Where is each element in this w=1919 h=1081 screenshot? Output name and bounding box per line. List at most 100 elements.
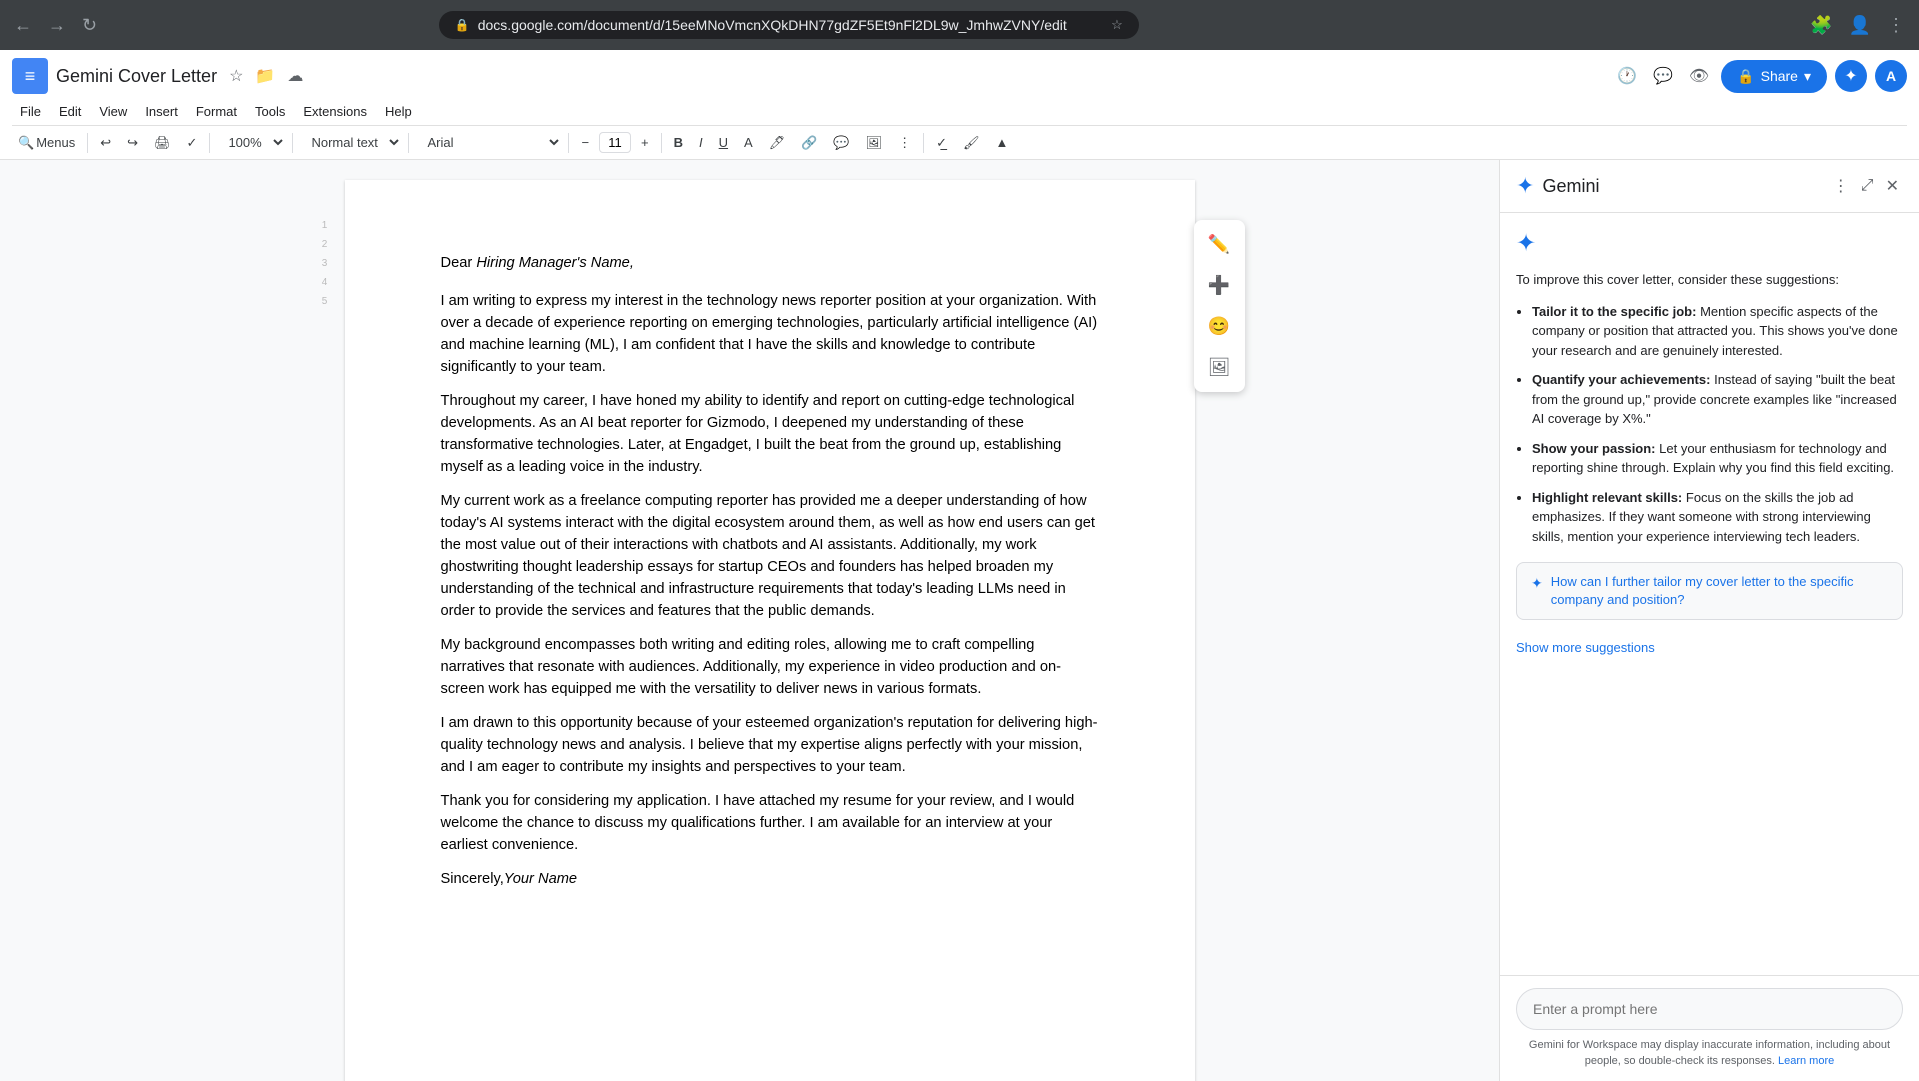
- browser-chrome: ← → ↻ 🔒 ☆ 🧩 👤 ⋮: [0, 0, 1919, 50]
- suggestion-item-1: Tailor it to the specific job: Mention s…: [1532, 302, 1903, 361]
- text-color-button[interactable]: A: [738, 131, 759, 154]
- font-size-input[interactable]: [599, 132, 631, 153]
- separator-1: [87, 133, 88, 153]
- chip-text: How can I further tailor my cover letter…: [1551, 573, 1888, 609]
- suggestion-label-2: Quantify your achievements:: [1532, 372, 1710, 387]
- menu-file[interactable]: File: [12, 100, 49, 123]
- collapse-button[interactable]: ▲: [990, 131, 1015, 154]
- menus-button[interactable]: 🔍 Menus: [12, 131, 81, 155]
- highlight-button[interactable]: 🖊: [763, 131, 792, 155]
- doc-para-6: Thank you for considering my application…: [441, 790, 1099, 856]
- spelling-grammar-button[interactable]: ✓̲: [930, 131, 953, 155]
- menu-help[interactable]: Help: [377, 100, 420, 123]
- gemini-sidebar-header: ✦ Gemini ⋮ ⤢ ✕: [1500, 160, 1919, 213]
- cloud-button[interactable]: ☁: [283, 62, 307, 90]
- separator-3: [292, 133, 293, 153]
- share-label: Share: [1761, 68, 1798, 84]
- history-button[interactable]: 🕐: [1613, 62, 1641, 90]
- gemini-header-actions: ⋮ ⤢ ✕: [1829, 172, 1903, 200]
- show-more-button[interactable]: Show more suggestions: [1516, 632, 1655, 663]
- undo-button[interactable]: ↩: [94, 131, 117, 155]
- image-button[interactable]: 🖼: [860, 131, 889, 155]
- star-button[interactable]: ☆: [225, 62, 247, 90]
- address-bar: 🔒 ☆: [439, 11, 1139, 39]
- suggestion-item-3: Show your passion: Let your enthusiasm f…: [1532, 439, 1903, 478]
- profile-icon[interactable]: 👤: [1845, 11, 1875, 40]
- page-left-bar: 1 2 3 4 5: [305, 180, 345, 1081]
- float-edit-button[interactable]: ✏️: [1202, 228, 1237, 261]
- gemini-more-button[interactable]: ⋮: [1829, 172, 1853, 200]
- float-emoji-button[interactable]: 😊: [1202, 310, 1237, 343]
- menu-view[interactable]: View: [91, 100, 135, 123]
- docs-title-row: ≡ Gemini Cover Letter ☆ 📁 ☁ 🕐 💬 👁 🔒 Shar…: [12, 58, 1907, 98]
- decrease-font-button[interactable]: −: [575, 131, 595, 154]
- menu-tools[interactable]: Tools: [247, 100, 293, 123]
- zoom-select[interactable]: 100% 75% 125% 150%: [216, 130, 286, 155]
- bold-button[interactable]: B: [668, 131, 689, 154]
- gemini-close-button[interactable]: ✕: [1882, 172, 1903, 200]
- doc-para-4: My background encompasses both writing a…: [441, 634, 1099, 700]
- doc-para-1: I am writing to express my interest in t…: [441, 290, 1099, 378]
- menu-extensions[interactable]: Extensions: [295, 100, 375, 123]
- share-button[interactable]: 🔒 Share ▾: [1721, 60, 1827, 93]
- footer-disclaimer: Gemini for Workspace may display inaccur…: [1516, 1038, 1903, 1069]
- star-icon[interactable]: ☆: [1111, 17, 1123, 33]
- doc-closing: Sincerely,Your Name: [441, 868, 1099, 890]
- margin-number-3: 3: [322, 258, 328, 269]
- reload-button[interactable]: ↻: [78, 11, 101, 40]
- more-button[interactable]: ⋮: [892, 131, 917, 155]
- docs-toolbar: 🔍 Menus ↩ ↪ 🖨 ✓ 100% 75% 125% 150% Norma…: [12, 125, 1907, 159]
- lock-icon: 🔒: [455, 18, 470, 32]
- docs-app: ≡ Gemini Cover Letter ☆ 📁 ☁ 🕐 💬 👁 🔒 Shar…: [0, 50, 1919, 1081]
- italic-button[interactable]: I: [693, 131, 709, 154]
- gemini-content: ✦ To improve this cover letter, consider…: [1500, 213, 1919, 975]
- margin-number-4: 4: [322, 277, 328, 288]
- back-button[interactable]: ←: [10, 11, 36, 40]
- suggestion-label-1: Tailor it to the specific job:: [1532, 304, 1696, 319]
- font-select[interactable]: Arial Times New Roman Courier New: [415, 130, 562, 155]
- print-button[interactable]: 🖨: [148, 131, 177, 155]
- comments-button[interactable]: 💬: [1649, 62, 1677, 90]
- extensions-icon[interactable]: 🧩: [1806, 11, 1836, 40]
- prompt-input[interactable]: [1516, 988, 1903, 1030]
- forward-button[interactable]: →: [44, 11, 70, 40]
- increase-font-button[interactable]: +: [635, 131, 655, 154]
- folder-button[interactable]: 📁: [251, 62, 279, 90]
- gemini-header-button[interactable]: ✦: [1835, 60, 1867, 92]
- doc-closing-text: Sincerely,: [441, 871, 504, 887]
- suggestion-chip[interactable]: ✦ How can I further tailor my cover lett…: [1516, 562, 1903, 620]
- link-button[interactable]: 🔗: [795, 131, 823, 155]
- menu-insert[interactable]: Insert: [137, 100, 186, 123]
- spelling-button[interactable]: ✓: [181, 131, 204, 155]
- learn-more-link[interactable]: Learn more: [1778, 1055, 1834, 1067]
- menu-edit[interactable]: Edit: [51, 100, 89, 123]
- style-select[interactable]: Normal text Heading 1 Heading 2: [299, 130, 402, 155]
- docs-page-container: 1 2 3 4 5 Dear Hiring Manager's Name, I …: [0, 160, 1499, 1081]
- underline-button[interactable]: U: [713, 131, 734, 154]
- view-mode-button[interactable]: 👁: [1685, 62, 1713, 90]
- chip-star-icon: ✦: [1531, 574, 1543, 594]
- margin-number-5: 5: [322, 296, 328, 307]
- doc-para-3: My current work as a freelance computing…: [441, 490, 1099, 622]
- menu-format[interactable]: Format: [188, 100, 245, 123]
- float-image-button[interactable]: 🖼: [1202, 351, 1237, 384]
- gemini-footer: Gemini for Workspace may display inaccur…: [1500, 975, 1919, 1081]
- lock-small-icon: 🔒: [1737, 68, 1754, 85]
- gemini-logo-icon: ✦: [1516, 173, 1534, 199]
- separator-7: [923, 133, 924, 153]
- comment-button[interactable]: 💬: [827, 131, 855, 155]
- menu-icon[interactable]: ⋮: [1883, 11, 1909, 40]
- doc-signature: Your Name: [504, 871, 577, 887]
- floating-toolbar: ✏️ ➕ 😊 🖼: [1194, 220, 1245, 392]
- user-avatar[interactable]: A: [1875, 60, 1907, 92]
- url-input[interactable]: [478, 17, 1103, 33]
- gemini-star-icon: ✦: [1516, 229, 1903, 258]
- menus-label: Menus: [36, 135, 75, 150]
- gemini-expand-button[interactable]: ⤢: [1857, 172, 1878, 200]
- separator-4: [408, 133, 409, 153]
- paint-format-button[interactable]: 🖌: [957, 131, 986, 155]
- float-add-button[interactable]: ➕: [1202, 269, 1237, 302]
- redo-button[interactable]: ↪: [121, 131, 144, 155]
- separator-5: [568, 133, 569, 153]
- search-icon: 🔍: [18, 135, 34, 151]
